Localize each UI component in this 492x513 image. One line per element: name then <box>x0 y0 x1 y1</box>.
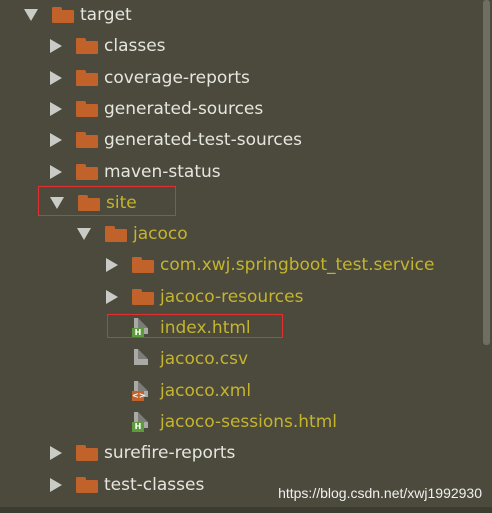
vertical-scrollbar[interactable] <box>483 0 490 345</box>
tree-item-generated-sources[interactable]: generated-sources <box>50 94 263 124</box>
xml-file-icon: <> <box>132 380 152 401</box>
tree-item-label: test-classes <box>104 474 205 495</box>
folder-icon <box>76 476 98 493</box>
tree-item-test-classes[interactable]: test-classes <box>50 470 204 500</box>
collapsed-arrow-icon[interactable] <box>50 39 62 54</box>
text-file-icon <box>132 349 152 369</box>
html-file-icon: H <box>132 411 152 432</box>
tree-item-jacoco-resources[interactable]: jacoco-resources <box>106 282 303 312</box>
collapsed-arrow-icon[interactable] <box>50 477 62 492</box>
tree-item-label: surefire-reports <box>104 443 236 464</box>
tree-item-surefire-reports[interactable]: surefire-reports <box>50 438 235 468</box>
folder-icon <box>76 132 98 149</box>
tree-item-label: jacoco.csv <box>160 349 249 370</box>
folder-icon <box>132 288 154 305</box>
folder-icon <box>76 445 98 462</box>
tree-item-maven-status[interactable]: maven-status <box>50 157 221 187</box>
folder-icon <box>52 7 74 23</box>
collapsed-arrow-icon[interactable] <box>50 133 62 148</box>
tree-item-coverage-reports[interactable]: coverage-reports <box>50 63 250 93</box>
tree-item-generated-test-sources[interactable]: generated-test-sources <box>50 125 302 155</box>
tree-item-jacoco-xml[interactable]: <> jacoco.xml <box>132 376 251 406</box>
collapsed-arrow-icon[interactable] <box>50 446 62 461</box>
tree-item-jacoco-csv[interactable]: jacoco.csv <box>132 344 248 374</box>
collapsed-arrow-icon[interactable] <box>50 101 62 116</box>
folder-icon <box>132 257 154 274</box>
collapsed-arrow-icon[interactable] <box>50 70 62 85</box>
tree-item-target[interactable]: target <box>24 0 132 30</box>
tree-item-label: jacoco.xml <box>160 380 252 401</box>
tree-item-label: target <box>80 5 132 25</box>
tree-item-jacoco[interactable]: jacoco <box>77 219 188 249</box>
collapsed-arrow-icon[interactable] <box>106 289 118 304</box>
index-html-highlight-box <box>107 314 283 338</box>
tree-item-label: coverage-reports <box>104 67 250 88</box>
tree-item-label: jacoco-sessions.html <box>160 411 337 432</box>
folder-icon <box>76 38 98 55</box>
collapsed-arrow-icon[interactable] <box>106 258 118 273</box>
expanded-arrow-icon[interactable] <box>24 9 38 21</box>
tree-item-label: classes <box>104 36 166 57</box>
site-highlight-box <box>38 186 176 216</box>
folder-icon <box>76 69 98 86</box>
folder-icon <box>76 163 98 180</box>
tree-item-label: jacoco-resources <box>160 286 304 307</box>
tree-item-com-xwj-springboot-test-service[interactable]: com.xwj.springboot_test.service <box>106 250 434 280</box>
collapsed-arrow-icon[interactable] <box>50 164 62 179</box>
tree-item-label: generated-sources <box>104 98 264 119</box>
tree-item-label: com.xwj.springboot_test.service <box>160 255 435 276</box>
tree-item-classes[interactable]: classes <box>50 31 166 61</box>
tree-item-label: generated-test-sources <box>104 130 303 151</box>
tree-item-label: maven-status <box>104 161 221 182</box>
folder-icon <box>76 100 98 117</box>
tree-item-jacoco-sessions-html[interactable]: Hjacoco-sessions.html <box>132 407 337 437</box>
folder-icon <box>105 226 127 243</box>
bottom-edge <box>0 507 492 513</box>
watermark-text: https://blog.csdn.net/xwj1992930 <box>278 485 482 501</box>
tree-item-label: jacoco <box>133 224 188 245</box>
expanded-arrow-icon[interactable] <box>77 228 91 241</box>
